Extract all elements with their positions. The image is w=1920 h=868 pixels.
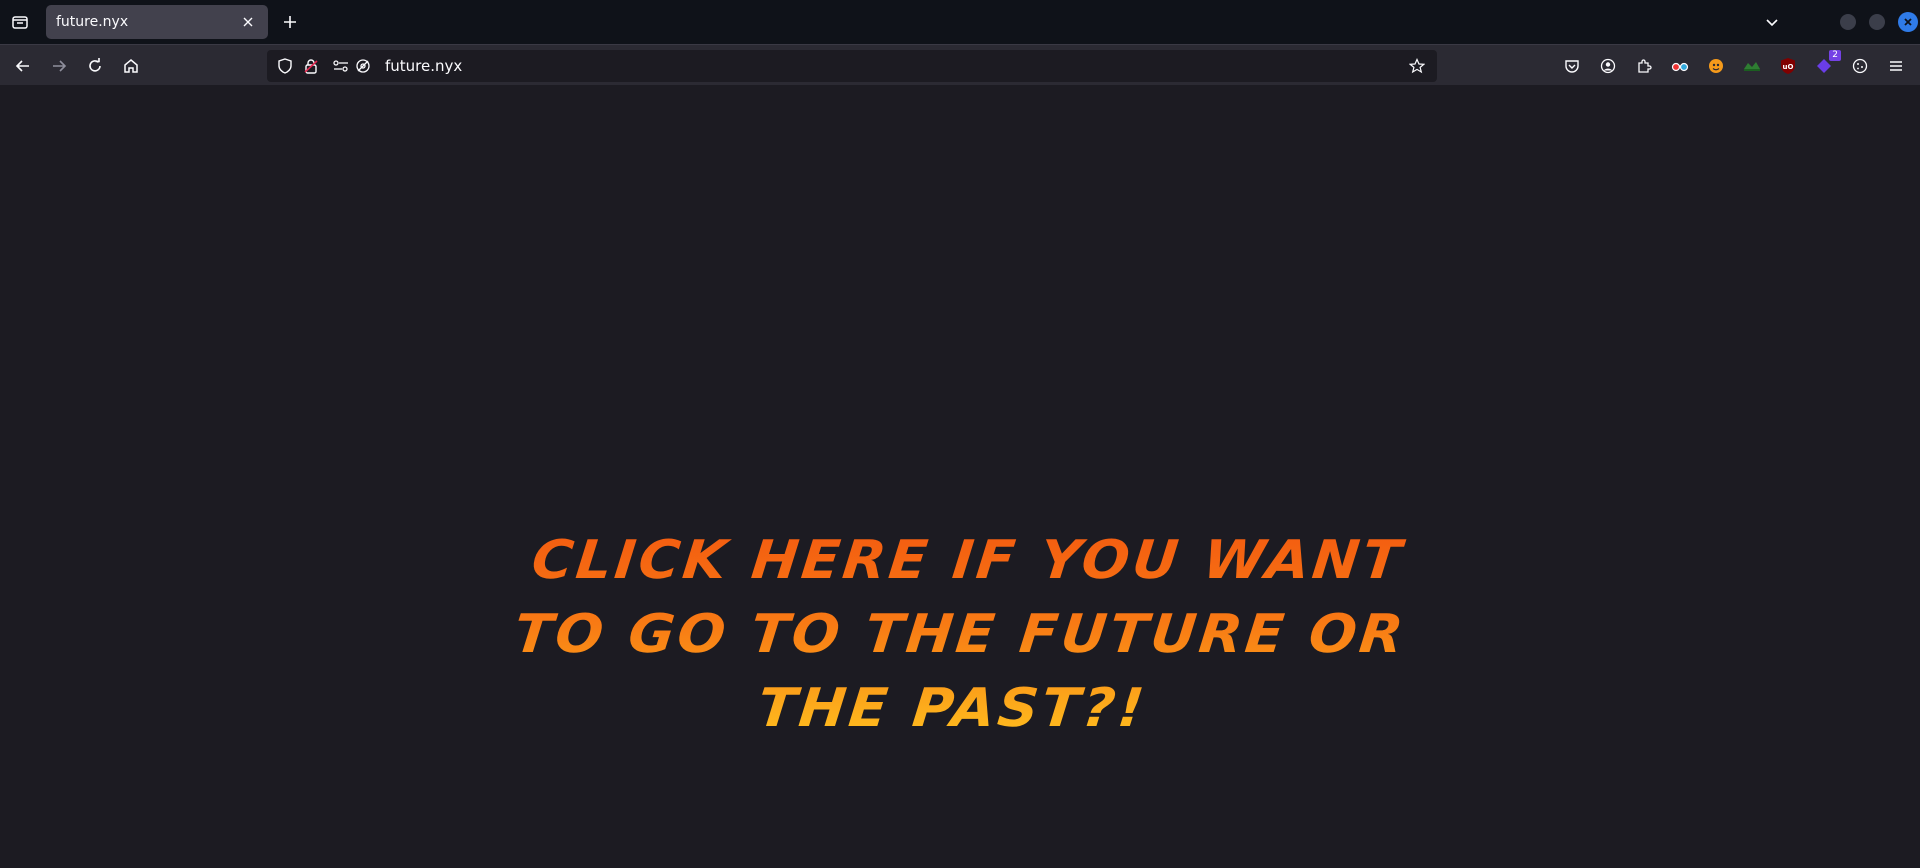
orange-ext-icon	[1708, 58, 1724, 74]
pocket-icon	[1564, 58, 1580, 74]
navigation-toolbar: future.nyx uO 2	[0, 44, 1920, 85]
extensions-button[interactable]	[1633, 55, 1655, 77]
active-tab[interactable]: future.nyx	[46, 5, 268, 39]
shield-icon[interactable]	[275, 56, 295, 76]
tab-strip: future.nyx	[0, 0, 1920, 44]
purple-extension[interactable]: 2	[1813, 50, 1841, 77]
lock-warning-icon[interactable]	[301, 56, 321, 76]
tracking-off-icon[interactable]	[353, 56, 373, 76]
close-icon	[1903, 17, 1913, 27]
back-arrow-icon	[14, 57, 32, 75]
extension-badge: 2	[1829, 50, 1841, 61]
menu-icon	[1888, 58, 1904, 74]
svg-text:uO: uO	[1783, 63, 1794, 71]
permissions-icon[interactable]	[331, 56, 351, 76]
green-ext-icon	[1743, 59, 1761, 73]
app-menu-button[interactable]	[1885, 55, 1907, 77]
url-text[interactable]: future.nyx	[385, 57, 1407, 75]
cookie-extension[interactable]	[1849, 55, 1871, 77]
plus-icon	[282, 14, 298, 30]
maximize-button[interactable]	[1869, 14, 1885, 30]
green-extension[interactable]	[1741, 55, 1763, 77]
tab-list-icon	[11, 13, 29, 31]
reload-icon	[86, 57, 104, 75]
list-all-tabs-button[interactable]	[1760, 10, 1784, 34]
ublock-extension[interactable]: uO	[1777, 55, 1799, 77]
glasses-icon	[1671, 59, 1689, 73]
reload-button[interactable]	[82, 53, 108, 79]
orange-extension[interactable]	[1705, 55, 1727, 77]
forward-arrow-icon	[50, 57, 68, 75]
chevron-down-icon	[1764, 14, 1780, 30]
time-travel-link[interactable]: Click here if you want to go to the futu…	[468, 524, 1451, 746]
minimize-button[interactable]	[1840, 14, 1856, 30]
pocket-button[interactable]	[1561, 55, 1583, 77]
close-icon[interactable]	[238, 12, 258, 32]
new-tab-button[interactable]	[278, 10, 302, 34]
glasses-extension[interactable]	[1669, 55, 1691, 77]
account-button[interactable]	[1597, 55, 1619, 77]
back-button[interactable]	[10, 53, 36, 79]
home-icon	[122, 57, 140, 75]
extensions-icon	[1636, 58, 1652, 74]
account-icon	[1600, 58, 1616, 74]
ublock-icon: uO	[1780, 57, 1796, 75]
tab-list-button[interactable]	[0, 0, 40, 44]
cookie-icon	[1852, 58, 1868, 74]
home-button[interactable]	[118, 53, 144, 79]
tab-title: future.nyx	[56, 14, 129, 30]
page-content: Click here if you want to go to the futu…	[0, 86, 1920, 868]
forward-button[interactable]	[46, 53, 72, 79]
star-icon[interactable]	[1407, 56, 1427, 76]
window-close-button[interactable]	[1898, 12, 1918, 32]
url-bar[interactable]: future.nyx	[267, 50, 1437, 82]
